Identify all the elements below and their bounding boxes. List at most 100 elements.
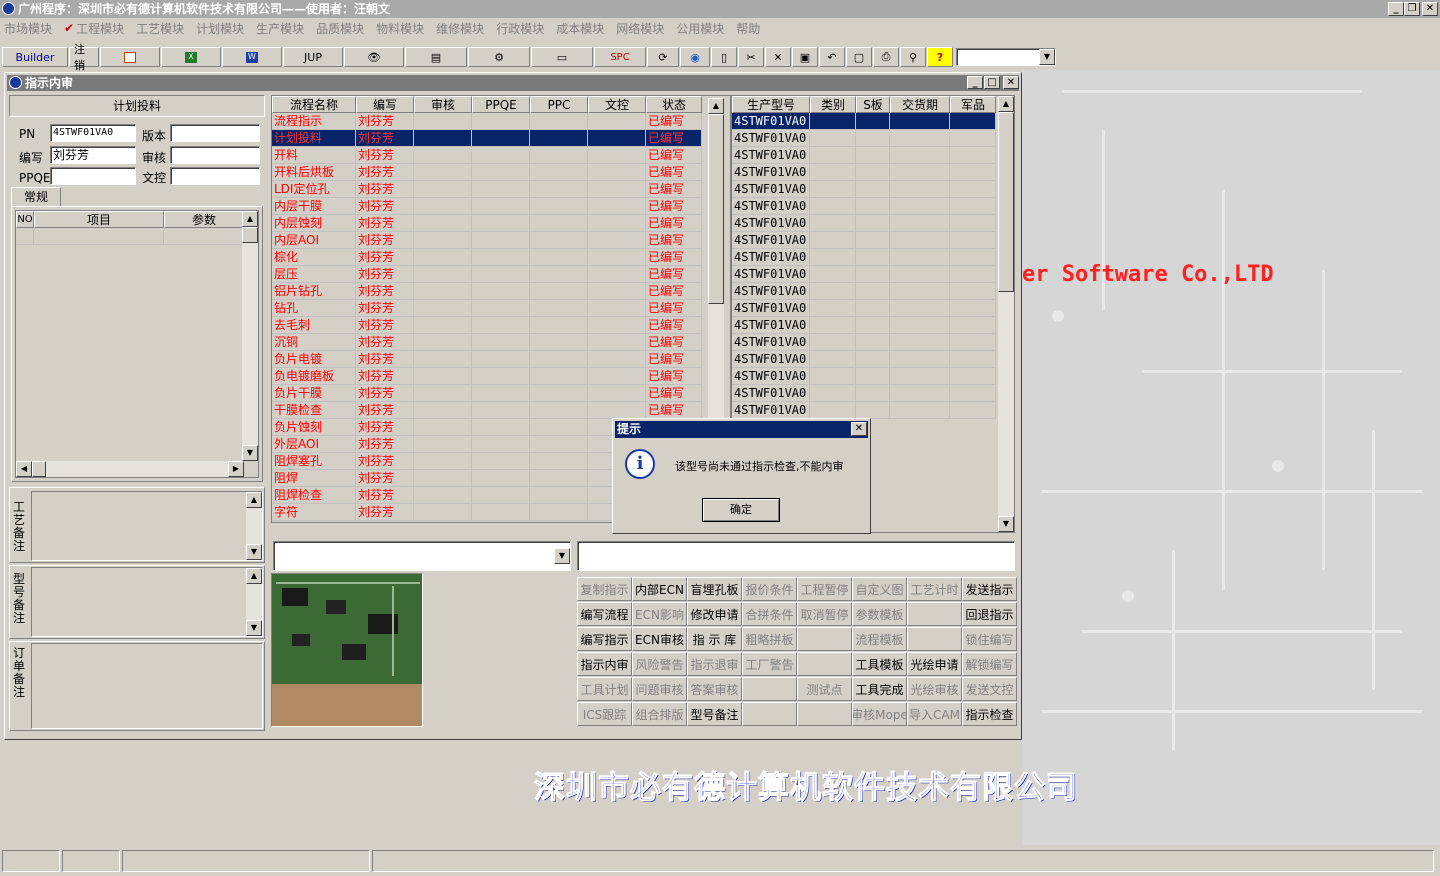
- table-row[interactable]: 开料 刘芬芳 已编写: [272, 147, 702, 164]
- action-button-4-3[interactable]: [742, 677, 797, 701]
- models-vscroll[interactable]: ▲ ▼: [998, 96, 1014, 532]
- model-header-1[interactable]: 类别: [810, 96, 856, 113]
- computer-icon[interactable]: ▭: [531, 47, 593, 67]
- action-button-2-3[interactable]: 粗略拼板: [742, 627, 797, 651]
- delete-icon[interactable]: ✕: [765, 47, 791, 67]
- eye-icon[interactable]: 👁: [344, 47, 404, 67]
- action-button-0-0[interactable]: 复制指示: [577, 577, 632, 601]
- action-button-3-4[interactable]: [797, 652, 852, 676]
- doc-control-field[interactable]: [170, 167, 260, 185]
- menu-item-7[interactable]: 维修模块: [436, 20, 484, 37]
- action-button-5-2[interactable]: 型号备注: [687, 702, 742, 726]
- action-button-3-0[interactable]: 指示内审: [577, 652, 632, 676]
- menu-item-3[interactable]: 计划模块: [196, 20, 244, 37]
- jup-button[interactable]: JUP: [283, 47, 343, 67]
- order-note-field[interactable]: [31, 643, 263, 729]
- table-row[interactable]: 去毛刺 刘芬芳 已编写: [272, 317, 702, 334]
- ok-button[interactable]: 确定: [702, 498, 780, 522]
- scroll-left-icon[interactable]: ◀: [16, 461, 32, 477]
- action-button-1-4[interactable]: 取消暂停: [797, 602, 852, 626]
- word-icon[interactable]: W: [222, 47, 282, 67]
- new-icon[interactable]: ▯: [711, 47, 737, 67]
- action-button-4-4[interactable]: 测试点: [797, 677, 852, 701]
- spc-button[interactable]: SPC: [594, 47, 646, 67]
- params-hscroll[interactable]: ◀ ▶: [16, 461, 244, 477]
- flow-header-2[interactable]: 审核: [414, 96, 472, 113]
- table-row[interactable]: 4STWF01VA0: [732, 283, 996, 300]
- action-button-1-0[interactable]: 编写流程: [577, 602, 632, 626]
- menu-item-12[interactable]: 帮助: [736, 20, 760, 37]
- chevron-down-icon[interactable]: ▼: [1039, 49, 1055, 65]
- table-row[interactable]: 4STWF01VA0: [732, 198, 996, 215]
- table-row[interactable]: 干膜检查 刘芬芳 已编写: [272, 402, 702, 419]
- action-button-3-1[interactable]: 风险警告: [632, 652, 687, 676]
- action-button-0-7[interactable]: 发送指示: [962, 577, 1017, 601]
- table-row[interactable]: 4STWF01VA0: [732, 147, 996, 164]
- table-row[interactable]: 4STWF01VA0: [732, 402, 996, 419]
- table-row[interactable]: 开料后烘板 刘芬芳 已编写: [272, 164, 702, 181]
- action-button-1-1[interactable]: ECN影响: [632, 602, 687, 626]
- version-field[interactable]: [170, 124, 260, 142]
- table-row[interactable]: 计划投料 刘芬芳 已编写: [272, 130, 702, 147]
- action-button-3-6[interactable]: 光绘申请: [907, 652, 962, 676]
- menu-item-11[interactable]: 公用模块: [676, 20, 724, 37]
- table-row[interactable]: 4STWF01VA0: [732, 385, 996, 402]
- scroll-right-icon[interactable]: ▶: [228, 461, 244, 477]
- flow-header-0[interactable]: 流程名称: [272, 96, 356, 113]
- dialog-close-icon[interactable]: ✕: [851, 422, 867, 436]
- ppt-icon[interactable]: [100, 47, 160, 67]
- action-button-1-7[interactable]: 回退指示: [962, 602, 1017, 626]
- flow-header-5[interactable]: 文控: [588, 96, 646, 113]
- tab-general[interactable]: 常规: [11, 187, 61, 207]
- action-button-0-2[interactable]: 盲埋孔板: [687, 577, 742, 601]
- review-field[interactable]: [170, 146, 260, 164]
- table-row[interactable]: 内层蚀刻 刘芬芳 已编写: [272, 215, 702, 232]
- table-row[interactable]: 钻孔 刘芬芳 已编写: [272, 300, 702, 317]
- menu-item-10[interactable]: 网络模块: [616, 20, 664, 37]
- flow-header-6[interactable]: 状态: [646, 96, 702, 113]
- table-row[interactable]: 流程指示 刘芬芳 已编写: [272, 113, 702, 130]
- action-button-4-5[interactable]: 工具完成: [852, 677, 907, 701]
- table-row[interactable]: 4STWF01VA0: [732, 317, 996, 334]
- menu-item-5[interactable]: 品质模块: [316, 20, 364, 37]
- find-icon[interactable]: ⚲: [900, 47, 926, 67]
- table-row[interactable]: 4STWF01VA0: [732, 164, 996, 181]
- action-button-0-4[interactable]: 工程暂停: [797, 577, 852, 601]
- menu-item-9[interactable]: 成本模块: [556, 20, 604, 37]
- menu-item-0[interactable]: 市场模块: [4, 20, 52, 37]
- scroll-down-icon[interactable]: ▼: [242, 445, 258, 461]
- scroll-thumb[interactable]: [998, 112, 1014, 292]
- table-row[interactable]: 内层AOI 刘芬芳 已编写: [272, 232, 702, 249]
- action-button-1-3[interactable]: 合拼条件: [742, 602, 797, 626]
- action-button-1-5[interactable]: 参数模板: [852, 602, 907, 626]
- scroll-up-icon[interactable]: ▲: [998, 96, 1014, 112]
- table-row[interactable]: 4STWF01VA0: [732, 368, 996, 385]
- menu-item-6[interactable]: 物料模块: [376, 20, 424, 37]
- cut-icon[interactable]: ✂: [738, 47, 764, 67]
- params-vscroll[interactable]: ▲ ▼: [242, 211, 258, 461]
- scroll-down-icon[interactable]: ▼: [246, 620, 262, 636]
- table-row[interactable]: 4STWF01VA0: [732, 181, 996, 198]
- action-button-3-2[interactable]: 指示退审: [687, 652, 742, 676]
- web-icon[interactable]: ◉: [680, 47, 710, 67]
- scroll-down-icon[interactable]: ▼: [998, 516, 1014, 532]
- table-row[interactable]: LDI定位孔 刘芬芳 已编写: [272, 181, 702, 198]
- scroll-thumb[interactable]: [708, 114, 724, 304]
- window-minimize-icon[interactable]: _: [967, 76, 983, 89]
- table-row[interactable]: 4STWF01VA0: [732, 300, 996, 317]
- action-button-5-3[interactable]: [742, 702, 797, 726]
- action-button-2-7[interactable]: 锁住编写: [962, 627, 1017, 651]
- action-button-5-4[interactable]: [797, 702, 852, 726]
- action-button-2-1[interactable]: ECN审核: [632, 627, 687, 651]
- scroll-up-icon[interactable]: ▲: [246, 492, 262, 508]
- scroll-up-icon[interactable]: ▲: [242, 211, 258, 227]
- action-button-5-6[interactable]: 导入CAM: [907, 702, 962, 726]
- table-row[interactable]: 负片干膜 刘芬芳 已编写: [272, 385, 702, 402]
- table-row[interactable]: 4STWF01VA0: [732, 130, 996, 147]
- undo-icon[interactable]: ↶: [819, 47, 845, 67]
- action-button-2-2[interactable]: 指 示 库: [687, 627, 742, 651]
- action-button-2-5[interactable]: 流程模板: [852, 627, 907, 651]
- action-button-3-5[interactable]: 工具模板: [852, 652, 907, 676]
- action-button-5-0[interactable]: ICS跟踪: [577, 702, 632, 726]
- action-button-1-2[interactable]: 修改申请: [687, 602, 742, 626]
